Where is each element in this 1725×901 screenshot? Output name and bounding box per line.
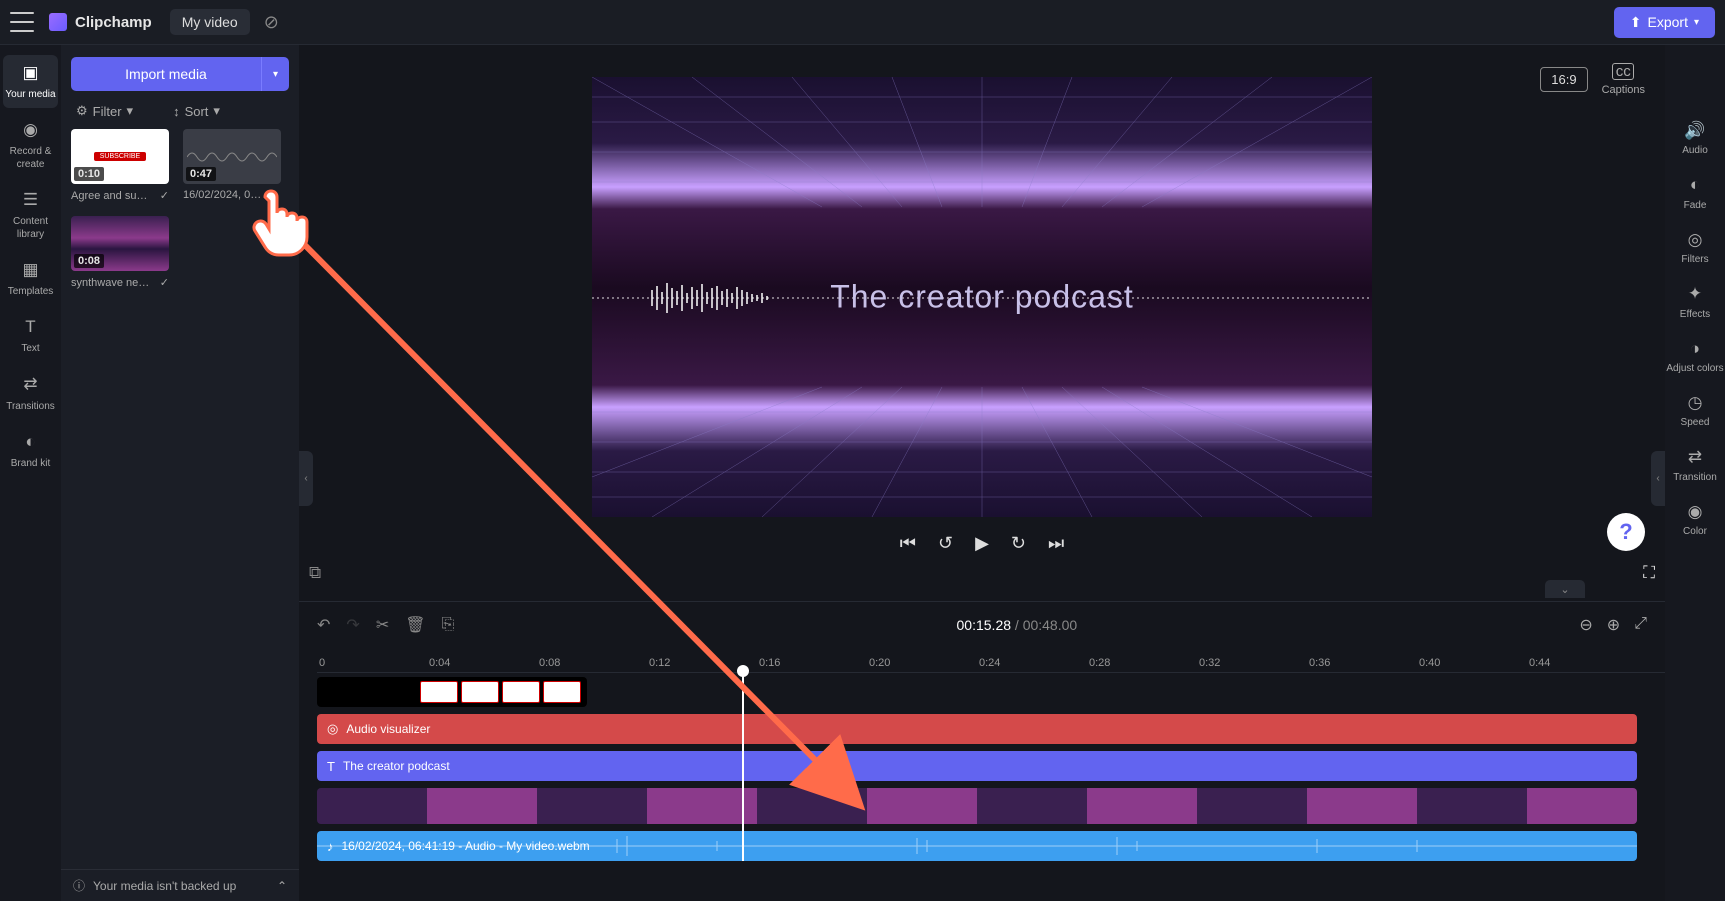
media-thumb-3[interactable]: 0:08 synthwave ne…✓ [71, 216, 169, 289]
timeline-time: 00:15.28 / 00:48.00 [470, 617, 1563, 633]
skip-forward-icon[interactable]: ⏭ [1048, 533, 1064, 554]
nav-templates[interactable]: ▦Templates [3, 252, 58, 305]
check-icon: ✓ [160, 276, 169, 289]
preview-zone: The creator podcast ⏮ ↺ ▶ ↻ ⏭ ⧉ ⛶ [299, 45, 1665, 601]
templates-icon: ▦ [22, 259, 38, 281]
rewind-icon[interactable]: ↺ [938, 533, 953, 554]
collapse-right-panel-button[interactable]: ‹ [1651, 451, 1665, 506]
visualizer-icon: ◎ [327, 721, 338, 737]
expand-timeline-button[interactable]: ⌄ [1545, 580, 1585, 598]
zoom-in-button[interactable]: ⊕ [1607, 615, 1620, 635]
cloud-sync-off-icon[interactable]: ⊘ [264, 12, 279, 33]
prop-effects[interactable]: ✦Effects [1680, 278, 1710, 326]
video-title-input[interactable]: My video [170, 9, 250, 35]
speaker-icon: 🔊 [1684, 121, 1705, 141]
export-label: Export [1648, 14, 1688, 30]
preview-canvas[interactable]: The creator podcast [592, 77, 1372, 517]
collapse-left-panel-button[interactable]: ‹ [299, 451, 313, 506]
help-button[interactable]: ? [1607, 513, 1645, 551]
cursor-hand-icon [245, 185, 315, 273]
filters-icon: ◎ [1688, 230, 1703, 250]
media-icon: ▣ [22, 62, 38, 84]
sort-button[interactable]: ↕ Sort ▾ [173, 103, 220, 119]
media-panel: Import media ▾ ⚙ Filter ▾ ↕ Sort ▾ SUBSC… [61, 45, 299, 901]
right-properties-panel: 🔊Audio ◐Fade ◎Filters ✦Effects ◑Adjust c… [1665, 45, 1725, 901]
left-nav: ▣Your media ◉Record & create ☰Content li… [0, 45, 61, 901]
track-audio-file[interactable]: ♪16/02/2024, 06:41:19 - Audio - My video… [317, 831, 1637, 861]
play-button[interactable]: ▶ [975, 533, 989, 554]
brand-icon: ◐ [25, 431, 35, 453]
backup-status-bar[interactable]: ⓘ Your media isn't backed up ⌃ [61, 869, 299, 901]
transitions-icon: ⇄ [23, 373, 37, 395]
app-name: Clipchamp [75, 14, 152, 31]
app-logo[interactable]: Clipchamp [49, 13, 152, 31]
import-media-button[interactable]: Import media [71, 57, 261, 91]
speedometer-icon: ◷ [1688, 393, 1703, 413]
nav-transitions[interactable]: ⇄Transitions [3, 366, 58, 419]
check-icon: ✓ [160, 189, 169, 202]
playback-controls: ⏮ ↺ ▶ ↻ ⏭ [900, 517, 1064, 570]
transition-icon: ⇄ [1688, 447, 1702, 467]
track-clip-subscribe[interactable] [317, 677, 587, 707]
media-thumb-1[interactable]: SUBSCRIBE0:10 Agree and su…✓ [71, 129, 169, 202]
fade-icon: ◐ [1690, 175, 1700, 195]
menu-hamburger-icon[interactable] [10, 12, 34, 32]
nav-text[interactable]: TText [3, 309, 58, 362]
prop-adjust-colors[interactable]: ◑Adjust colors [1666, 333, 1723, 381]
chevron-down-icon: ▾ [1694, 17, 1699, 28]
timeline-ruler[interactable]: 0 0:04 0:08 0:12 0:16 0:20 0:24 0:28 0:3… [317, 648, 1665, 673]
filter-button[interactable]: ⚙ Filter ▾ [76, 103, 133, 119]
split-button[interactable]: ✂ [376, 615, 389, 635]
prop-speed[interactable]: ◷Speed [1681, 387, 1710, 435]
redo-button[interactable]: ↷ [346, 615, 359, 635]
chevron-up-icon: ⌃ [277, 879, 287, 893]
palette-icon: ◉ [1688, 502, 1703, 522]
forward-icon[interactable]: ↻ [1011, 533, 1026, 554]
track-video-synthwave[interactable] [317, 788, 1637, 824]
zoom-fit-button[interactable]: ⤢ [1634, 615, 1647, 635]
zoom-out-button[interactable]: ⊖ [1579, 615, 1592, 635]
upload-icon: ⬆ [1630, 14, 1642, 31]
nav-brand-kit[interactable]: ◐Brand kit [3, 424, 58, 477]
track-audio-visualizer[interactable]: ◎Audio visualizer [317, 714, 1637, 744]
preview-overlay-text: The creator podcast [830, 278, 1134, 315]
text-track-icon: T [327, 759, 335, 774]
export-button[interactable]: ⬆ Export ▾ [1614, 7, 1715, 38]
prop-filters[interactable]: ◎Filters [1681, 224, 1708, 272]
prop-color[interactable]: ◉Color [1683, 496, 1707, 544]
info-icon: ⓘ [73, 877, 85, 894]
prop-audio[interactable]: 🔊Audio [1682, 115, 1708, 163]
delete-button[interactable]: 🗑 [405, 615, 425, 635]
detach-preview-icon[interactable]: ⧉ [309, 563, 321, 583]
effects-icon: ✦ [1688, 284, 1702, 304]
library-icon: ☰ [23, 189, 38, 211]
prop-fade[interactable]: ◐Fade [1684, 169, 1707, 217]
timeline: ↶ ↷ ✂ 🗑 ⎘ 00:15.28 / 00:48.00 ⊖ ⊕ ⤢ 0 0:… [299, 601, 1665, 901]
prop-transition[interactable]: ⇄Transition [1673, 441, 1717, 489]
fullscreen-icon[interactable]: ⛶ [1643, 563, 1655, 583]
camera-icon: ◉ [23, 119, 38, 141]
import-dropdown-button[interactable]: ▾ [261, 57, 289, 91]
track-text[interactable]: TThe creator podcast [317, 751, 1637, 781]
clipchamp-logo-icon [49, 13, 67, 31]
duplicate-button[interactable]: ⎘ [442, 616, 455, 634]
nav-your-media[interactable]: ▣Your media [3, 55, 58, 108]
undo-button[interactable]: ↶ [317, 615, 330, 635]
text-icon: T [25, 316, 35, 338]
nav-content-library[interactable]: ☰Content library [3, 182, 58, 248]
skip-back-icon[interactable]: ⏮ [900, 533, 916, 554]
contrast-icon: ◑ [1690, 339, 1700, 359]
nav-record-create[interactable]: ◉Record & create [3, 112, 58, 178]
